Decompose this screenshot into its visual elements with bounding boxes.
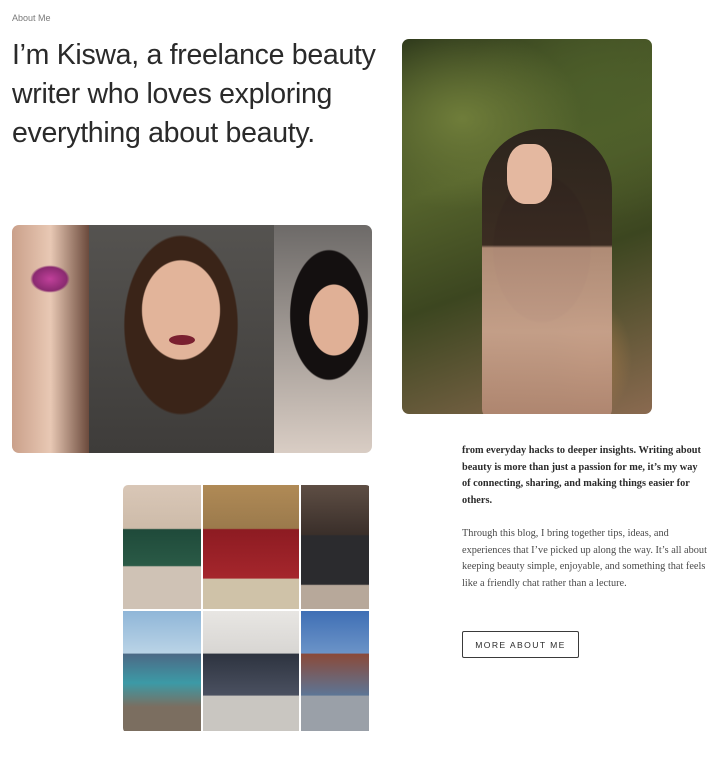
outfit-photo-black-outfit (301, 485, 369, 609)
collage-face-right (274, 225, 372, 453)
more-about-me-button[interactable]: MORE ABOUT ME (462, 631, 579, 658)
hero-portrait-photo (402, 39, 652, 414)
outfit-photo-railing (301, 611, 369, 731)
about-paragraph-intro: from everyday hacks to deeper insights. … (462, 445, 701, 506)
outfit-photo-grid (123, 485, 371, 733)
page-title: I’m Kiswa, a freelance beauty writer who… (12, 39, 376, 149)
section-eyebrow: About Me (12, 13, 51, 23)
collage-face-center (89, 225, 274, 453)
outfit-photo-seated (203, 611, 299, 731)
outfit-photo-poolside (123, 611, 201, 731)
outfit-photo-green-dress (123, 485, 201, 609)
makeup-faces-collage (12, 225, 372, 453)
collage-face-left (12, 225, 89, 453)
about-paragraph-blog: Through this blog, I bring together tips… (462, 528, 707, 589)
outfit-photo-red-dress (203, 485, 299, 609)
portrait-hand (507, 144, 552, 204)
